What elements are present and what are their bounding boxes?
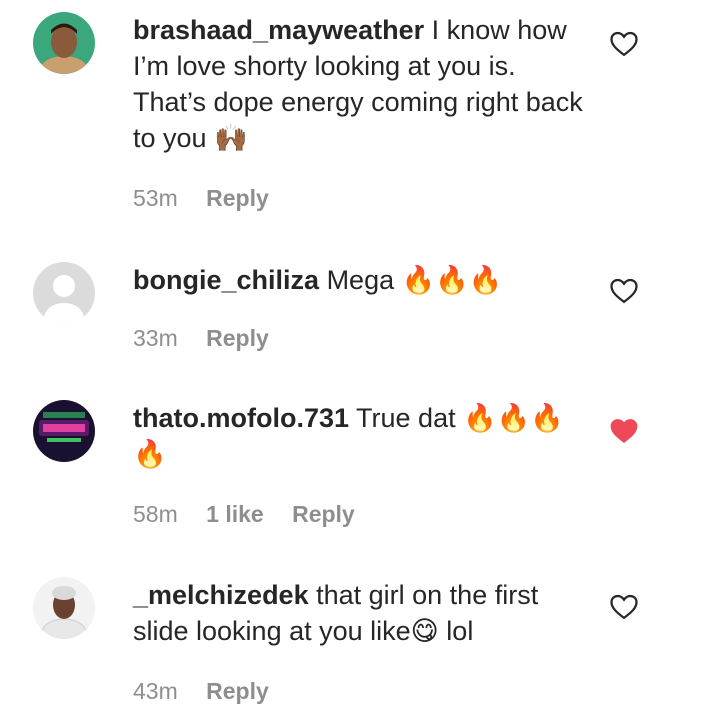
heart-outline-icon bbox=[610, 278, 638, 304]
comment-username[interactable]: thato.mofolo.731 bbox=[133, 403, 349, 433]
like-button[interactable] bbox=[609, 29, 639, 57]
comment-time: 33m bbox=[133, 325, 178, 351]
comment-text: _melchizedek that girl on the first slid… bbox=[133, 577, 593, 649]
avatar[interactable] bbox=[33, 577, 95, 639]
comment-username[interactable]: _melchizedek bbox=[133, 580, 309, 610]
comment-time: 53m bbox=[133, 185, 178, 211]
like-button[interactable] bbox=[609, 276, 639, 304]
like-button[interactable] bbox=[609, 592, 639, 620]
comment-text: brashaad_mayweather I know how I’m love … bbox=[133, 12, 593, 156]
avatar[interactable] bbox=[33, 262, 95, 324]
heart-outline-icon bbox=[610, 31, 638, 57]
comment-meta: 58m 1 like Reply bbox=[133, 500, 377, 528]
like-button[interactable] bbox=[609, 416, 639, 444]
comment-text: thato.mofolo.731 True dat 🔥🔥🔥🔥 bbox=[133, 400, 593, 472]
comment-username[interactable]: bongie_chiliza bbox=[133, 265, 319, 295]
comment-time: 58m bbox=[133, 501, 178, 527]
comment-meta: 43m Reply bbox=[133, 677, 291, 705]
reply-button[interactable]: Reply bbox=[292, 501, 355, 527]
likes-count[interactable]: 1 like bbox=[206, 501, 264, 527]
reply-button[interactable]: Reply bbox=[206, 185, 269, 211]
reply-button[interactable]: Reply bbox=[206, 678, 269, 704]
avatar[interactable] bbox=[33, 12, 95, 74]
comment-meta: 53m Reply bbox=[133, 184, 291, 212]
heart-outline-icon bbox=[610, 594, 638, 620]
comment-username[interactable]: brashaad_mayweather bbox=[133, 15, 424, 45]
comment-meta: 33m Reply bbox=[133, 324, 291, 352]
comment-text: bongie_chiliza Mega 🔥🔥🔥 bbox=[133, 262, 593, 298]
comment-time: 43m bbox=[133, 678, 178, 704]
comment-body: Mega 🔥🔥🔥 bbox=[326, 265, 503, 295]
avatar[interactable] bbox=[33, 400, 95, 462]
heart-filled-icon bbox=[610, 419, 638, 443]
reply-button[interactable]: Reply bbox=[206, 325, 269, 351]
